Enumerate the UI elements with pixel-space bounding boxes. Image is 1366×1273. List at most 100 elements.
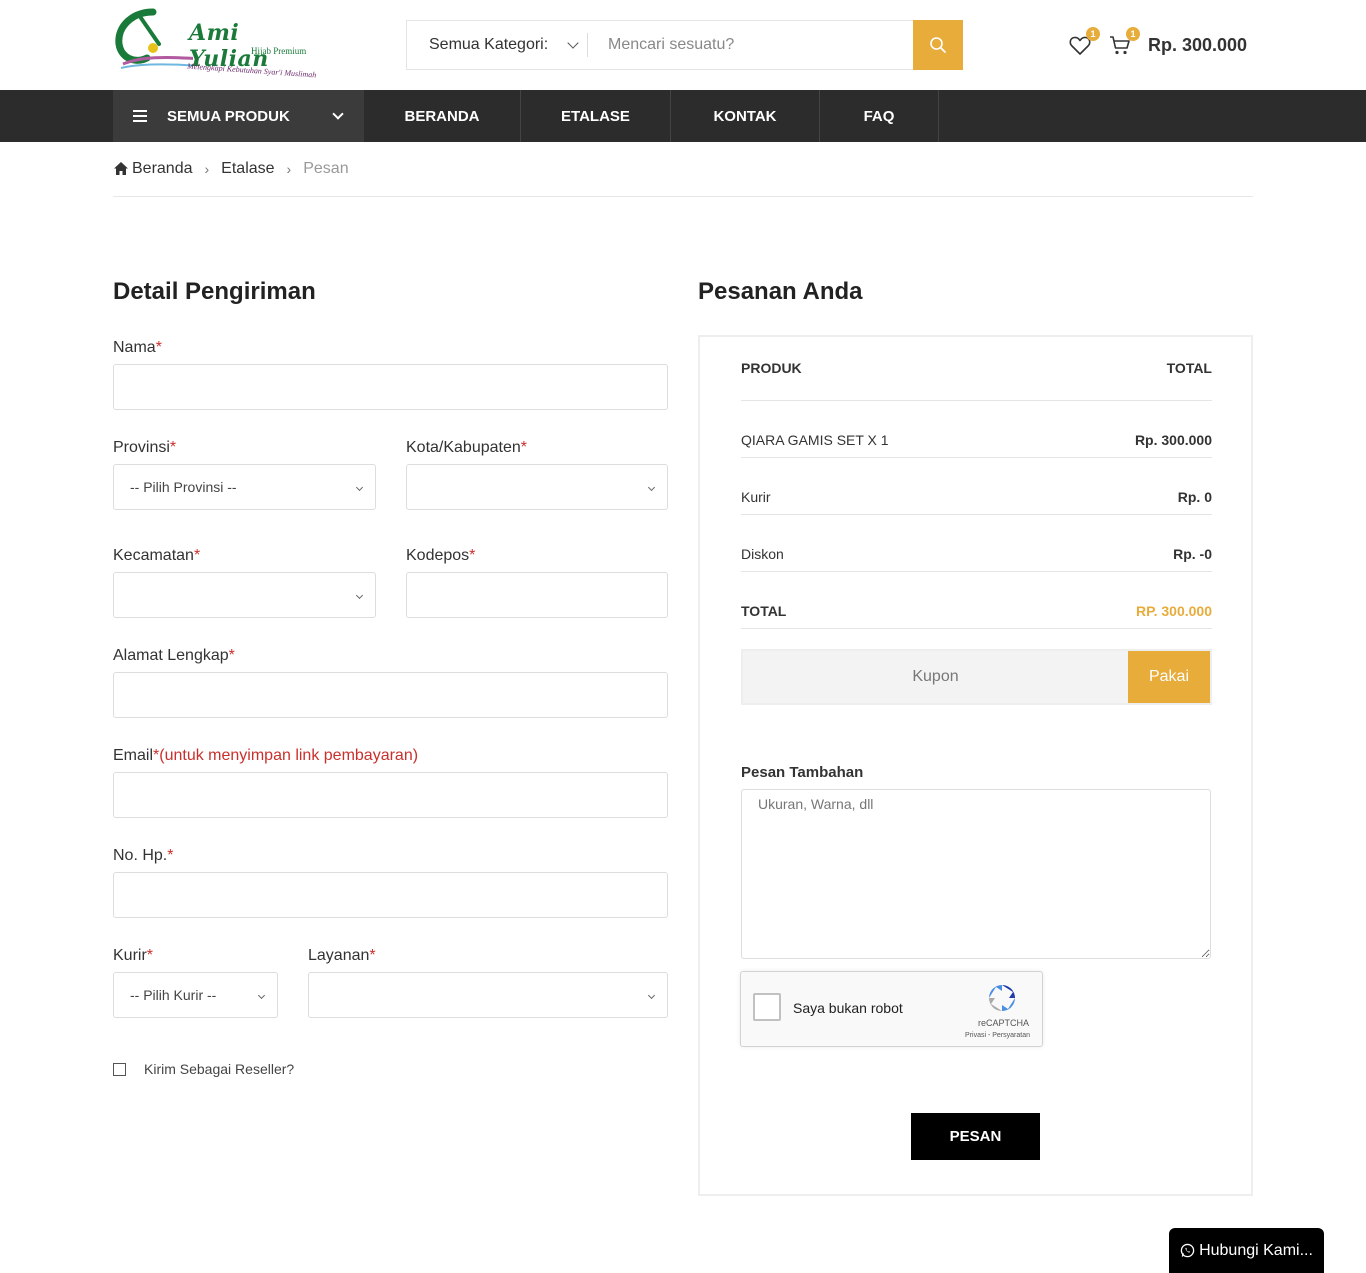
kota-label: Kota/Kabupaten* xyxy=(406,439,527,457)
layanan-label: Layanan* xyxy=(308,947,376,965)
note-textarea[interactable] xyxy=(741,789,1211,959)
diskon-label: Diskon xyxy=(741,546,784,562)
site-header: Ami Yulian Hijab Premium Melengkapi Kebu… xyxy=(0,0,1366,90)
nav-item-etalase[interactable]: ETALASE xyxy=(521,90,671,142)
logo-emblem-icon xyxy=(115,8,193,69)
required-mark: * xyxy=(228,647,235,664)
provinsi-label: Provinsi* xyxy=(113,439,176,457)
cart-total[interactable]: Rp. 300.000 xyxy=(1148,35,1247,56)
site-logo[interactable]: Ami Yulian Hijab Premium Melengkapi Kebu… xyxy=(113,8,323,80)
coupon-form: Pakai xyxy=(741,649,1212,705)
provinsi-label-text: Provinsi xyxy=(113,439,170,456)
product-name: QIARA GAMIS SET X 1 xyxy=(741,432,889,448)
chevron-down-icon xyxy=(647,991,656,1000)
kurir-summary-label: Kurir xyxy=(741,489,771,505)
nama-input[interactable] xyxy=(113,364,668,410)
email-input[interactable] xyxy=(113,772,668,818)
whatsapp-icon xyxy=(1180,1243,1195,1258)
contact-us-label: Hubungi Kami... xyxy=(1199,1241,1313,1259)
nav-item-kontak[interactable]: KONTAK xyxy=(671,90,820,142)
provinsi-select[interactable]: -- Pilih Provinsi -- xyxy=(113,464,376,510)
menu-icon xyxy=(133,107,147,125)
required-mark: * xyxy=(193,547,201,564)
logo-tagline: Hijab Premium xyxy=(251,46,307,56)
required-mark: * xyxy=(469,547,476,564)
header-actions: 1 1 Rp. 300.000 xyxy=(1068,27,1247,60)
home-icon xyxy=(114,162,128,175)
recaptcha-links[interactable]: Privasi - Persyaratan xyxy=(965,1032,1030,1039)
order-table-header: PRODUK TOTAL xyxy=(741,360,1212,401)
note-label: Pesan Tambahan xyxy=(741,764,864,781)
alamat-label-text: Alamat Lengkap xyxy=(113,647,229,664)
category-select-label: Semua Kategori: xyxy=(429,36,549,53)
search-bar: Semua Kategori: xyxy=(406,20,963,70)
breadcrumb: Beranda › Etalase › Pesan xyxy=(113,158,1253,197)
layanan-label-text: Layanan xyxy=(308,947,370,964)
order-kurir-row: Kurir Rp. 0 xyxy=(741,489,1212,515)
layanan-select[interactable] xyxy=(308,972,668,1018)
cart-button[interactable]: 1 xyxy=(1108,27,1140,57)
apply-coupon-button[interactable]: Pakai xyxy=(1128,651,1210,703)
search-button[interactable] xyxy=(913,20,963,70)
shipping-title: Detail Pengiriman xyxy=(113,278,316,305)
wishlist-button[interactable]: 1 xyxy=(1068,27,1100,57)
all-products-menu[interactable]: SEMUA PRODUK xyxy=(113,90,364,142)
coupon-input[interactable] xyxy=(743,651,1128,703)
recaptcha-checkbox[interactable] xyxy=(753,993,781,1021)
kodepos-label-text: Kodepos xyxy=(406,547,470,564)
breadcrumb-etalase[interactable]: Etalase xyxy=(221,158,274,180)
search-input[interactable] xyxy=(588,21,913,69)
required-mark: * xyxy=(520,439,527,456)
breadcrumb-home[interactable]: Beranda xyxy=(132,158,193,180)
provinsi-select-value: -- Pilih Provinsi -- xyxy=(130,479,237,495)
kodepos-input[interactable] xyxy=(406,572,668,618)
hp-input[interactable] xyxy=(113,872,668,918)
order-product-row: QIARA GAMIS SET X 1 Rp. 300.000 xyxy=(741,432,1212,458)
chevron-down-icon xyxy=(647,483,656,492)
nama-label: Nama* xyxy=(113,339,162,357)
required-mark: * xyxy=(146,947,154,964)
chevron-down-icon xyxy=(257,991,266,1000)
kodepos-label: Kodepos* xyxy=(406,547,475,565)
diskon-value: Rp. -0 xyxy=(1173,546,1212,562)
kurir-select-value: -- Pilih Kurir -- xyxy=(130,987,217,1003)
chevron-down-icon xyxy=(355,483,364,492)
total-value: RP. 300.000 xyxy=(1135,603,1212,619)
main-nav: SEMUA PRODUK BERANDA ETALASE KONTAK FAQ xyxy=(0,90,1366,142)
kota-label-text: Kota/Kabupaten xyxy=(406,439,521,456)
search-icon xyxy=(930,37,946,53)
kurir-label-text: Kurir xyxy=(113,947,147,964)
alamat-label: Alamat Lengkap* xyxy=(113,647,235,665)
col-total-header: TOTAL xyxy=(1166,360,1212,376)
required-mark: * xyxy=(369,947,376,964)
wishlist-count-badge: 1 xyxy=(1086,27,1100,41)
required-mark: * xyxy=(169,439,177,456)
kurir-summary-value: Rp. 0 xyxy=(1177,489,1212,505)
reseller-label: Kirim Sebagai Reseller? xyxy=(144,1061,295,1077)
nama-label-text: Nama xyxy=(113,339,156,356)
contact-us-button[interactable]: Hubungi Kami... xyxy=(1169,1228,1324,1273)
kota-select[interactable] xyxy=(406,464,668,510)
reseller-option: Kirim Sebagai Reseller? xyxy=(113,1061,294,1077)
breadcrumb-current: Pesan xyxy=(303,160,349,177)
kecamatan-select[interactable] xyxy=(113,572,376,618)
kurir-select[interactable]: -- Pilih Kurir -- xyxy=(113,972,278,1018)
total-label: TOTAL xyxy=(741,603,787,619)
hp-label-text: No. Hp. xyxy=(113,847,168,864)
submit-order-button[interactable]: PESAN xyxy=(911,1113,1040,1160)
chevron-down-icon xyxy=(355,591,364,600)
recaptcha-logo-icon xyxy=(989,985,1015,1011)
category-select[interactable]: Semua Kategori: xyxy=(407,21,587,69)
kurir-label: Kurir* xyxy=(113,947,153,965)
required-mark: * xyxy=(167,847,174,864)
kecamatan-label: Kecamatan* xyxy=(113,547,200,565)
email-label: Email*(untuk menyimpan link pembayaran) xyxy=(113,747,418,765)
breadcrumb-chevron-icon: › xyxy=(204,161,210,177)
alamat-input[interactable] xyxy=(113,672,668,718)
reseller-checkbox[interactable] xyxy=(113,1062,126,1076)
nav-item-faq[interactable]: FAQ xyxy=(820,90,939,142)
col-product-header: PRODUK xyxy=(741,360,802,376)
order-title: Pesanan Anda xyxy=(698,278,863,305)
chevron-down-icon xyxy=(567,37,579,49)
nav-item-beranda[interactable]: BERANDA xyxy=(364,90,521,142)
